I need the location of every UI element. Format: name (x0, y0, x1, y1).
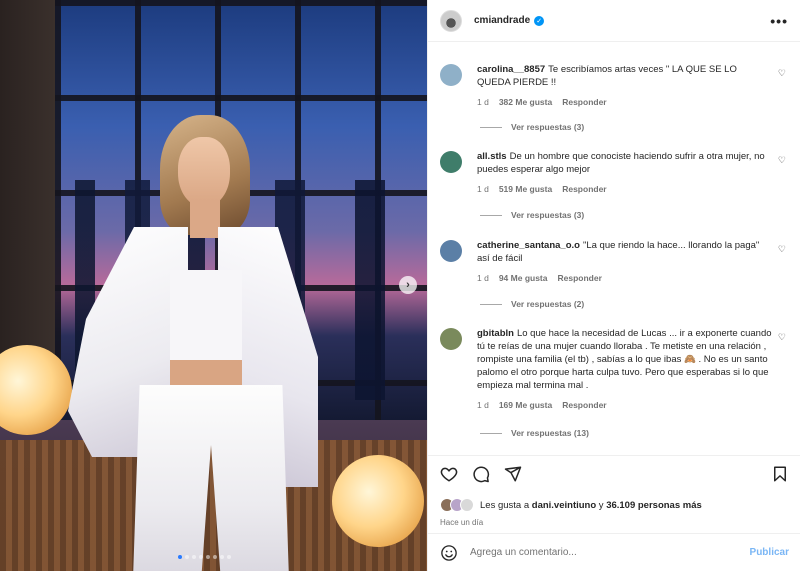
heart-icon[interactable] (440, 465, 458, 483)
comment-username[interactable]: all.stls (477, 151, 507, 162)
comment-time[interactable]: 1 d (477, 96, 489, 109)
comment-likes[interactable]: 169 Me gusta (499, 399, 552, 412)
bookmark-icon[interactable] (771, 465, 789, 483)
view-replies-label: Ver respuestas (3) (511, 122, 585, 132)
view-replies-button[interactable]: Ver respuestas (3) (480, 122, 584, 132)
post-side-panel: cmiandrade ✓ ••• carolina__8857 Te escrib… (427, 0, 800, 571)
likes-count[interactable]: 36.109 personas más (606, 500, 702, 511)
heart-icon[interactable]: ♡ (778, 155, 786, 166)
action-bar (440, 464, 789, 484)
heart-icon[interactable]: ♡ (778, 68, 786, 79)
carousel-dot (178, 555, 182, 559)
avatar (460, 498, 474, 512)
comment-meta: 1 d 519 Me gusta Responder (477, 183, 772, 196)
comment-meta: 1 d 382 Me gusta Responder (477, 96, 772, 109)
post-timestamp[interactable]: Hace un día (440, 518, 789, 527)
view-replies-label: Ver respuestas (3) (511, 210, 585, 220)
commenter-avatar[interactable] (440, 151, 462, 173)
view-replies-label: Ver respuestas (13) (511, 428, 589, 438)
verified-badge-icon: ✓ (534, 15, 545, 26)
comment-item: carolina__8857 Te escribíamos artas veces… (440, 63, 790, 109)
likes-summary: Les gusta a dani.veintiuno y 36.109 pers… (440, 498, 789, 512)
carousel-dot (206, 555, 210, 559)
person-top (170, 270, 242, 360)
reply-button[interactable]: Responder (562, 96, 606, 109)
comment-input[interactable] (470, 547, 750, 558)
carousel-dots (178, 555, 231, 559)
heart-icon[interactable]: ♡ (778, 244, 786, 255)
comment-likes[interactable]: 382 Me gusta (499, 96, 552, 109)
carousel-dot (220, 555, 224, 559)
comment-meta: 1 d 169 Me gusta Responder (477, 399, 772, 412)
reply-button[interactable]: Responder (557, 272, 601, 285)
likes-connector: y (598, 499, 604, 511)
comment-time[interactable]: 1 d (477, 272, 489, 285)
view-replies-label: Ver respuestas (2) (511, 299, 585, 309)
send-icon[interactable] (504, 465, 522, 483)
person-neck (190, 200, 220, 238)
reply-button[interactable]: Responder (562, 399, 606, 412)
carousel-dot (185, 555, 189, 559)
post-header: cmiandrade ✓ ••• (428, 0, 800, 42)
view-replies-button[interactable]: Ver respuestas (13) (480, 428, 589, 438)
person-face (178, 137, 230, 207)
comment-likes[interactable]: 94 Me gusta (499, 272, 548, 285)
comment-icon[interactable] (472, 465, 490, 483)
divider (480, 303, 502, 305)
photo-person (68, 115, 318, 571)
post-username[interactable]: cmiandrade (474, 15, 530, 26)
carousel-dot (213, 555, 217, 559)
comment-username[interactable]: catherine_santana_o.o (477, 240, 580, 251)
comment-time[interactable]: 1 d (477, 399, 489, 412)
post-photo[interactable]: › (0, 0, 427, 571)
comment-meta: 1 d 94 Me gusta Responder (477, 272, 772, 285)
emoji-icon[interactable] (440, 544, 458, 562)
avatar[interactable] (440, 9, 462, 32)
comment-time[interactable]: 1 d (477, 183, 489, 196)
divider (480, 432, 502, 434)
divider (480, 214, 502, 216)
comment-text: De un hombre que conociste haciendo sufr… (477, 151, 765, 175)
comment-username[interactable]: gbitabln (477, 328, 514, 339)
reply-button[interactable]: Responder (562, 183, 606, 196)
carousel-dot (227, 555, 231, 559)
carousel-dot (192, 555, 196, 559)
commenter-avatar[interactable] (440, 240, 462, 262)
photo-lamp (332, 455, 424, 547)
comment-item: gbitabln Lo que hace la necesidad de Luca… (440, 327, 790, 412)
view-replies-button[interactable]: Ver respuestas (2) (480, 299, 584, 309)
person-pants (132, 385, 290, 571)
chevron-right-icon[interactable]: › (399, 276, 417, 294)
add-comment-bar: Publicar (428, 533, 800, 571)
heart-icon[interactable]: ♡ (778, 332, 786, 343)
publish-button[interactable]: Publicar (750, 547, 789, 558)
instagram-post-view: › cmiandrade ✓ ••• carolina__8857 Te escr… (0, 0, 800, 571)
liker-avatars (440, 498, 474, 512)
divider (480, 126, 502, 128)
comment-username[interactable]: carolina__8857 (477, 64, 545, 75)
commenter-avatar[interactable] (440, 328, 462, 350)
liker-username[interactable]: dani.veintiuno (532, 500, 596, 511)
comment-item: all.stls De un hombre que conociste hacie… (440, 150, 790, 196)
comment-item: catherine_santana_o.o "La que riendo la h… (440, 239, 790, 285)
likes-prefix: Les gusta a (480, 499, 530, 511)
comment-text: Lo que hace la necesidad de Lucas ... ir… (477, 328, 772, 391)
more-options-icon[interactable]: ••• (770, 13, 788, 29)
view-replies-button[interactable]: Ver respuestas (3) (480, 210, 584, 220)
post-actions: Les gusta a dani.veintiuno y 36.109 pers… (428, 455, 800, 527)
commenter-avatar[interactable] (440, 64, 462, 86)
comment-likes[interactable]: 519 Me gusta (499, 183, 552, 196)
carousel-dot (199, 555, 203, 559)
